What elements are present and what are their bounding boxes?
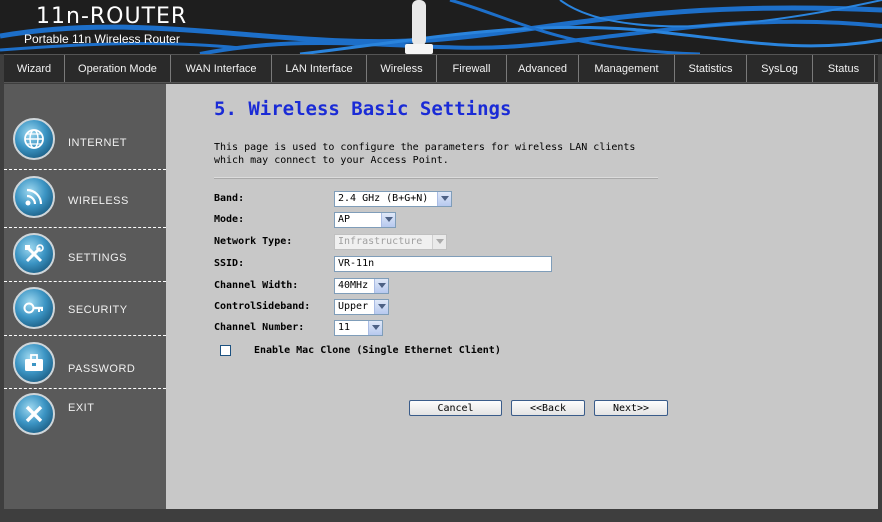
ssid-input[interactable]: VR-11n	[334, 256, 552, 272]
sidebar-divider	[4, 169, 166, 170]
sidebar-divider	[4, 227, 166, 228]
header-banner: 11n-ROUTER Portable 11n Wireless Router	[0, 0, 882, 54]
nav-status[interactable]: Status	[813, 55, 875, 82]
description-line: This page is used to configure the param…	[214, 142, 636, 153]
band-value: 2.4 GHz (B+G+N)	[338, 193, 429, 204]
sidebar-divider	[4, 335, 166, 336]
sidebar-item-password[interactable]: PASSWORD	[4, 338, 166, 392]
ssid-label: SSID:	[214, 258, 245, 269]
nav-firewall[interactable]: Firewall	[437, 55, 507, 82]
band-label: Band:	[214, 193, 245, 204]
wireless-icon	[13, 176, 55, 218]
chevron-down-icon	[374, 300, 388, 314]
tools-icon	[13, 233, 55, 275]
nav-wireless[interactable]: Wireless	[367, 55, 437, 82]
nav-wizard[interactable]: Wizard	[4, 55, 65, 82]
channel-number-select[interactable]: 11	[334, 320, 383, 336]
channel-number-value: 11	[338, 322, 351, 333]
control-sideband-label: ControlSideband:	[214, 301, 311, 312]
page-title: 5. Wireless Basic Settings	[214, 98, 512, 120]
channel-width-label: Channel Width:	[214, 280, 299, 291]
nav-lan-interface[interactable]: LAN Interface	[272, 55, 367, 82]
nav-advanced[interactable]: Advanced	[507, 55, 579, 82]
sidebar-divider	[4, 281, 166, 282]
network-type-value: Infrastructure	[338, 236, 423, 247]
nav-wan-interface[interactable]: WAN Interface	[171, 55, 272, 82]
control-sideband-value: Upper	[338, 301, 369, 312]
next-button[interactable]: Next>>	[594, 400, 668, 416]
sidebar-item-label: SETTINGS	[68, 252, 128, 264]
mode-select[interactable]: AP	[334, 212, 396, 228]
channel-width-select[interactable]: 40MHz	[334, 278, 389, 294]
sidebar-item-label: WIRELESS	[68, 195, 129, 207]
sidebar-item-label: SECURITY	[68, 304, 128, 316]
close-icon	[13, 393, 55, 435]
mode-value: AP	[338, 214, 351, 225]
chevron-down-icon	[368, 321, 382, 335]
nav-statistics[interactable]: Statistics	[675, 55, 747, 82]
back-button[interactable]: <<Back	[511, 400, 585, 416]
divider	[214, 177, 658, 179]
sidebar-item-internet[interactable]: INTERNET	[4, 112, 166, 166]
band-select[interactable]: 2.4 GHz (B+G+N)	[334, 191, 452, 207]
channel-number-label: Channel Number:	[214, 322, 305, 333]
nav-syslog[interactable]: SysLog	[747, 55, 813, 82]
control-sideband-select[interactable]: Upper	[334, 299, 389, 315]
chevron-down-icon	[432, 235, 446, 249]
sidebar-item-security[interactable]: SECURITY	[4, 284, 166, 338]
sidebar-item-label: EXIT	[68, 402, 95, 414]
channel-width-value: 40MHz	[338, 280, 369, 291]
description-line: which may connect to your Access Point.	[214, 155, 449, 166]
main-content: 5. Wireless Basic Settings This page is …	[166, 84, 878, 509]
nav-management[interactable]: Management	[579, 55, 675, 82]
briefcase-icon	[13, 342, 55, 384]
cancel-button[interactable]: Cancel	[409, 400, 502, 416]
network-type-label: Network Type:	[214, 236, 293, 247]
network-type-select: Infrastructure	[334, 234, 447, 250]
sidebar-item-label: PASSWORD	[68, 363, 136, 375]
chevron-down-icon	[374, 279, 388, 293]
sidebar: INTERNET WIRELESS SETTINGS SECURITY PASS…	[4, 84, 166, 509]
logo-title: 11n-ROUTER	[36, 4, 188, 29]
mac-clone-label: Enable Mac Clone (Single Ethernet Client…	[254, 345, 501, 356]
sidebar-item-exit[interactable]: EXIT	[4, 390, 166, 444]
sidebar-item-label: INTERNET	[68, 137, 127, 149]
top-nav: Wizard Operation Mode WAN Interface LAN …	[4, 54, 878, 83]
logo-subtitle: Portable 11n Wireless Router	[24, 32, 180, 46]
globe-icon	[13, 118, 55, 160]
sidebar-divider	[4, 388, 166, 389]
chevron-down-icon	[381, 213, 395, 227]
sidebar-item-wireless[interactable]: WIRELESS	[4, 172, 166, 226]
mac-clone-checkbox[interactable]	[220, 345, 231, 356]
key-icon	[13, 287, 55, 329]
sidebar-item-settings[interactable]: SETTINGS	[4, 230, 166, 284]
nav-operation-mode[interactable]: Operation Mode	[65, 55, 171, 82]
page-description: This page is used to configure the param…	[214, 141, 674, 167]
chevron-down-icon	[437, 192, 451, 206]
mode-label: Mode:	[214, 214, 245, 225]
